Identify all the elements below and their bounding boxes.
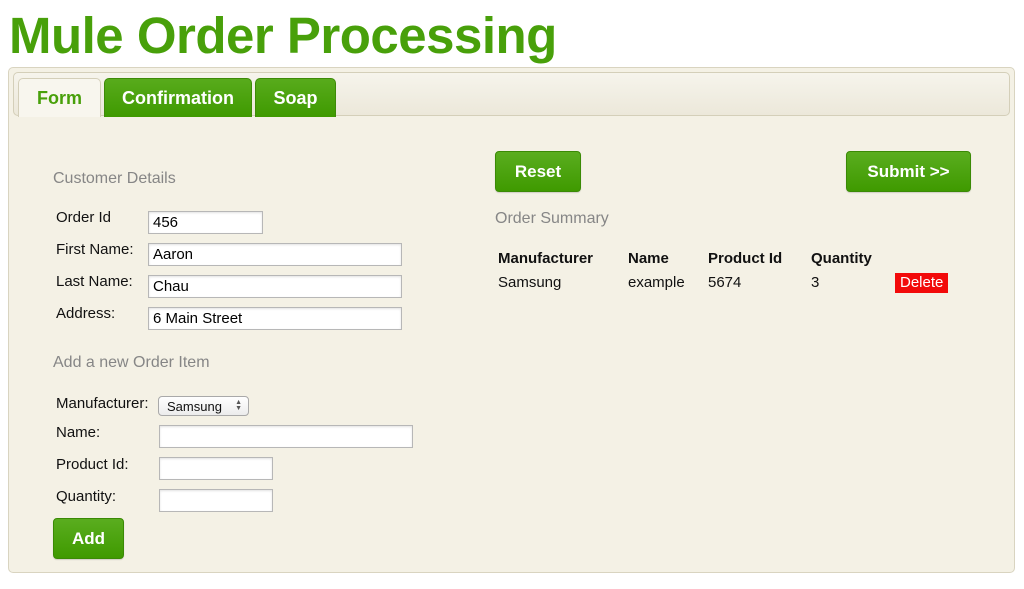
page-title: Mule Order Processing: [9, 7, 557, 64]
name-label: Name:: [56, 424, 101, 441]
column-header-manufacturer: Manufacturer: [498, 250, 594, 267]
main-panel: Form Confirmation Soap Customer Details …: [8, 67, 1015, 573]
manufacturer-label: Manufacturer:: [56, 395, 149, 412]
last-name-label: Last Name:: [56, 273, 133, 290]
quantity-label: Quantity:: [56, 488, 117, 505]
column-header-product-id: Product Id: [708, 250, 783, 267]
order-summary-heading: Order Summary: [495, 210, 609, 227]
product-id-label: Product Id:: [56, 456, 129, 473]
tab-form[interactable]: Form: [18, 78, 101, 117]
last-name-input[interactable]: [148, 275, 402, 298]
manufacturer-select-value: Samsung: [167, 398, 222, 414]
tab-bar: Form Confirmation Soap: [13, 72, 1010, 117]
submit-button[interactable]: Submit >>: [846, 151, 971, 192]
delete-button[interactable]: Delete: [895, 273, 949, 293]
customer-details-heading: Customer Details: [53, 170, 176, 187]
column-header-quantity: Quantity: [811, 250, 872, 267]
first-name-label: First Name:: [56, 241, 134, 258]
column-header-name: Name: [628, 250, 669, 267]
tab-confirmation[interactable]: Confirmation: [104, 78, 252, 117]
manufacturer-select[interactable]: Samsung ▲ ▼: [158, 396, 249, 416]
item-name-input[interactable]: [159, 425, 413, 448]
address-label: Address:: [56, 305, 116, 322]
first-name-input[interactable]: [148, 243, 402, 266]
select-arrows-icon: ▲ ▼: [235, 399, 242, 412]
quantity-input[interactable]: [159, 489, 273, 512]
cell-quantity: 3: [811, 274, 820, 291]
add-item-heading: Add a new Order Item: [53, 354, 210, 371]
add-button[interactable]: Add: [53, 518, 124, 559]
reset-button[interactable]: Reset: [495, 151, 581, 192]
product-id-input[interactable]: [159, 457, 273, 480]
cell-product-id: 5674: [708, 274, 742, 291]
cell-name: example: [628, 274, 685, 291]
cell-manufacturer: Samsung: [498, 274, 562, 291]
address-input[interactable]: [148, 307, 402, 330]
tab-soap[interactable]: Soap: [255, 78, 336, 117]
order-id-label: Order Id: [56, 209, 112, 226]
order-id-input[interactable]: [148, 211, 263, 234]
